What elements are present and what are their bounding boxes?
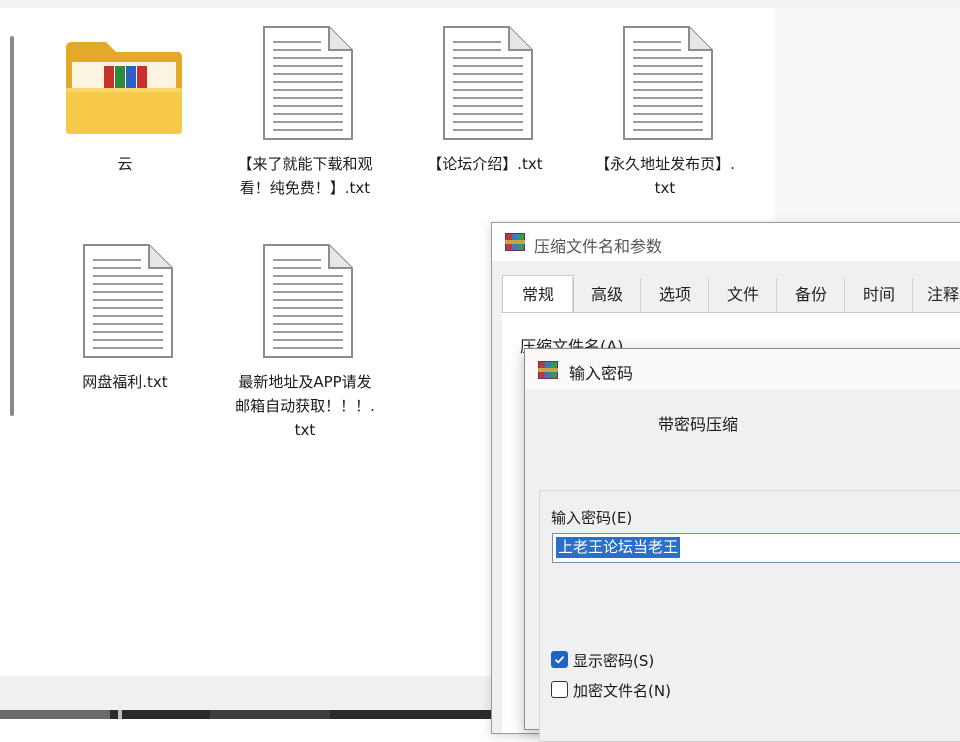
tab-bar: 常规 高级 选项 文件 备份 时间 注释 [502, 275, 960, 314]
file-item-txt[interactable]: 【永久地址发布页】.txt [590, 22, 740, 200]
tab-comment[interactable]: 注释 [912, 278, 960, 312]
file-name: 【永久地址发布页】.txt [595, 155, 735, 197]
enter-password-dialog: 输入密码 带密码压缩 输入密码(E) 上老王论坛当老王 显示密码(S) 加密文件… [524, 348, 960, 742]
file-item-txt[interactable]: 网盘福利.txt [50, 240, 200, 394]
password-value[interactable]: 上老王论坛当老王 [556, 537, 681, 558]
file-item-txt[interactable]: 最新地址及APP请发邮箱自动获取！！！.txt [230, 240, 380, 442]
file-name: 最新地址及APP请发邮箱自动获取！！！.txt [235, 373, 375, 439]
file-name: 【来了就能下载和观看！纯免费！】.txt [237, 155, 373, 197]
explorer-top-strip [0, 0, 960, 8]
winrar-icon [538, 361, 558, 379]
file-name: 【论坛介绍】.txt [427, 155, 543, 173]
text-file-icon [263, 26, 353, 140]
vertical-scrollbar[interactable] [10, 36, 14, 416]
file-item-folder-yun[interactable]: 云 [50, 22, 200, 176]
file-name: 云 [117, 155, 133, 173]
checkbox-unchecked[interactable] [551, 681, 568, 698]
text-file-icon [263, 244, 353, 358]
tab-backup[interactable]: 备份 [776, 278, 845, 312]
explorer-right-pane [775, 8, 960, 223]
tab-options[interactable]: 选项 [640, 278, 709, 312]
tab-advanced[interactable]: 高级 [572, 278, 641, 312]
check-icon [554, 655, 565, 664]
encrypt-filenames-label: 加密文件名(N) [573, 682, 671, 700]
checkbox-checked[interactable] [551, 651, 568, 668]
winrar-icon [505, 233, 525, 251]
tab-files[interactable]: 文件 [708, 278, 777, 312]
text-file-icon [83, 244, 173, 358]
password-combobox[interactable]: 上老王论坛当老王 [552, 533, 960, 563]
dialog-title: 压缩文件名和参数 [534, 237, 663, 256]
file-item-txt[interactable]: 【论坛介绍】.txt [410, 22, 560, 176]
file-item-txt[interactable]: 【来了就能下载和观看！纯免费！】.txt [230, 22, 380, 200]
tab-time[interactable]: 时间 [844, 278, 913, 312]
dialog-titlebar[interactable]: 压缩文件名和参数 [492, 223, 960, 261]
dialog-subtitle: 带密码压缩 [657, 415, 738, 434]
folder-icon [66, 42, 182, 134]
encrypt-filenames-checkbox[interactable]: 加密文件名(N) [551, 679, 671, 703]
dialog-titlebar[interactable]: 输入密码 [525, 349, 960, 389]
dialog-title: 输入密码 [569, 364, 634, 383]
file-name: 网盘福利.txt [82, 373, 168, 391]
show-password-checkbox[interactable]: 显示密码(S) [551, 649, 654, 673]
taskbar-strip [0, 710, 495, 719]
tab-general[interactable]: 常规 [502, 275, 574, 314]
password-label: 输入密码(E) [551, 509, 633, 527]
text-file-icon [443, 26, 533, 140]
text-file-icon [623, 26, 713, 140]
show-password-label: 显示密码(S) [573, 652, 655, 670]
